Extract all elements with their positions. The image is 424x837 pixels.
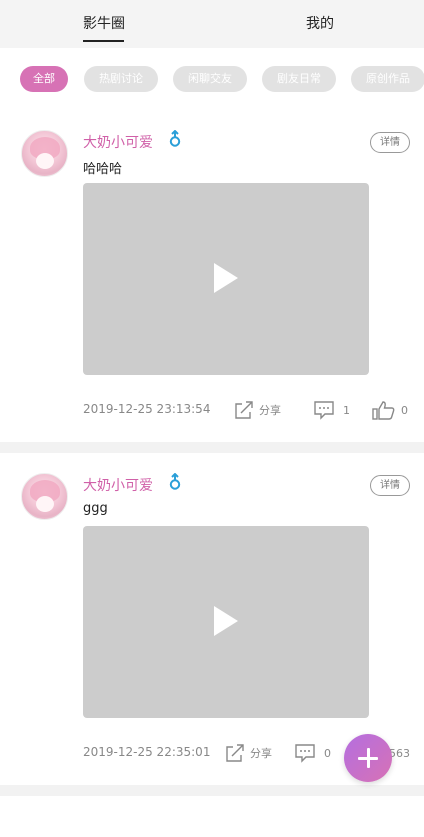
video-player[interactable] bbox=[83, 183, 369, 375]
post-text: ggg bbox=[83, 501, 108, 516]
comment-count: 0 bbox=[324, 746, 331, 760]
male-gender-icon bbox=[169, 473, 181, 490]
chip-drama-daily[interactable]: 剧友日常 bbox=[262, 66, 336, 92]
share-icon bbox=[235, 401, 253, 419]
share-button[interactable]: 分享 bbox=[233, 400, 281, 420]
post-divider bbox=[0, 442, 424, 453]
comment-button[interactable]: 1 bbox=[313, 400, 350, 420]
tab-yingniu-circle[interactable]: 影牛圈 bbox=[83, 13, 125, 33]
share-label: 分享 bbox=[250, 747, 272, 760]
avatar[interactable] bbox=[21, 473, 68, 520]
like-count: 0 bbox=[401, 403, 408, 417]
share-icon bbox=[226, 744, 244, 762]
share-button[interactable]: 分享 bbox=[224, 743, 272, 763]
post-card: 大奶小可爱 详情 哈哈哈 2019-12-25 23:13:54 分享 1 0 bbox=[0, 110, 424, 442]
like-count: 563 bbox=[389, 746, 410, 760]
active-tab-indicator bbox=[83, 40, 124, 42]
avatar[interactable] bbox=[21, 130, 68, 177]
play-icon[interactable] bbox=[214, 606, 238, 636]
post-text: 哈哈哈 bbox=[83, 162, 123, 177]
play-icon[interactable] bbox=[214, 263, 238, 293]
post-username[interactable]: 大奶小可爱 bbox=[83, 475, 153, 495]
post-date: 2019-12-25 22:35:01 bbox=[83, 745, 211, 759]
share-label: 分享 bbox=[259, 404, 281, 417]
chip-original-works[interactable]: 原创作品 bbox=[351, 66, 424, 92]
post-date: 2019-12-25 23:13:54 bbox=[83, 402, 211, 416]
chip-all[interactable]: 全部 bbox=[20, 66, 68, 92]
like-button[interactable]: 0 bbox=[372, 400, 408, 420]
detail-button[interactable]: 详情 bbox=[370, 475, 410, 496]
comment-button[interactable]: 0 bbox=[294, 743, 331, 763]
comment-icon bbox=[314, 401, 334, 420]
video-player[interactable] bbox=[83, 526, 369, 718]
comment-count: 1 bbox=[343, 403, 350, 417]
detail-button[interactable]: 详情 bbox=[370, 132, 410, 153]
chip-hot-drama-discussion[interactable]: 热剧讨论 bbox=[84, 66, 158, 92]
post-username[interactable]: 大奶小可爱 bbox=[83, 132, 153, 152]
post-divider bbox=[0, 785, 424, 796]
male-gender-icon bbox=[169, 130, 181, 147]
create-post-fab[interactable] bbox=[344, 734, 392, 782]
category-chip-row: 全部 热剧讨论 闲聊交友 剧友日常 原创作品 bbox=[0, 66, 424, 92]
top-tab-bar: 影牛圈 我的 bbox=[0, 0, 424, 48]
thumbs-up-icon bbox=[372, 401, 395, 420]
post-meta-bar: 2019-12-25 23:13:54 分享 1 0 bbox=[0, 400, 424, 422]
chip-chat-friends[interactable]: 闲聊交友 bbox=[173, 66, 247, 92]
comment-icon bbox=[295, 744, 315, 763]
tab-mine[interactable]: 我的 bbox=[306, 13, 334, 33]
